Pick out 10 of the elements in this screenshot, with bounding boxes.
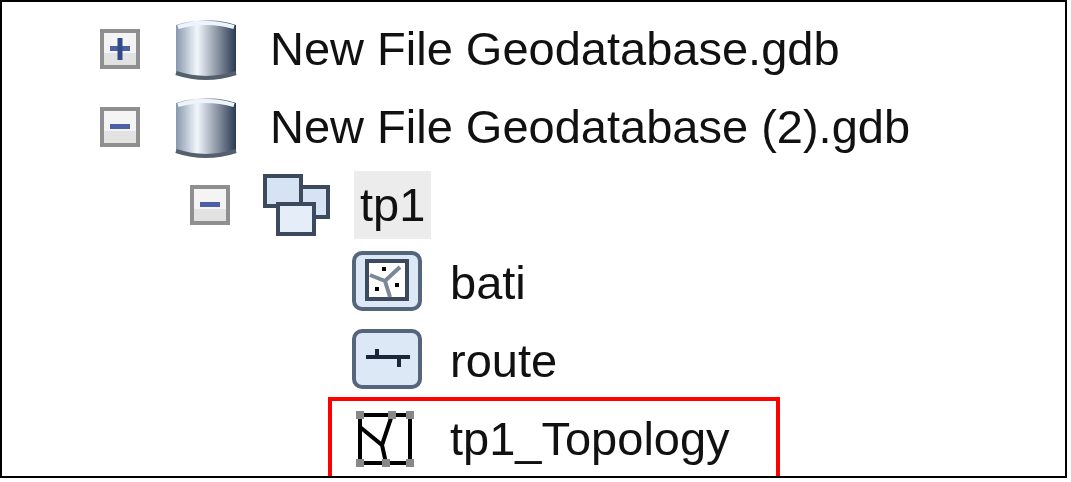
tree-item[interactable]: New File Geodatabase (2).gdb	[264, 92, 917, 162]
tree-item[interactable]: bati	[444, 248, 532, 318]
collapse-icon[interactable]	[100, 107, 140, 147]
tree-item[interactable]: route	[444, 326, 564, 396]
tree-item[interactable]: New File Geodatabase.gdb	[264, 14, 846, 84]
expand-icon[interactable]	[100, 29, 140, 69]
collapse-icon[interactable]	[190, 185, 230, 225]
tree-item[interactable]: tp1_Topology	[444, 404, 736, 474]
stacked-windows-icon	[262, 173, 332, 237]
tree-item[interactable]: tp1	[354, 170, 432, 240]
